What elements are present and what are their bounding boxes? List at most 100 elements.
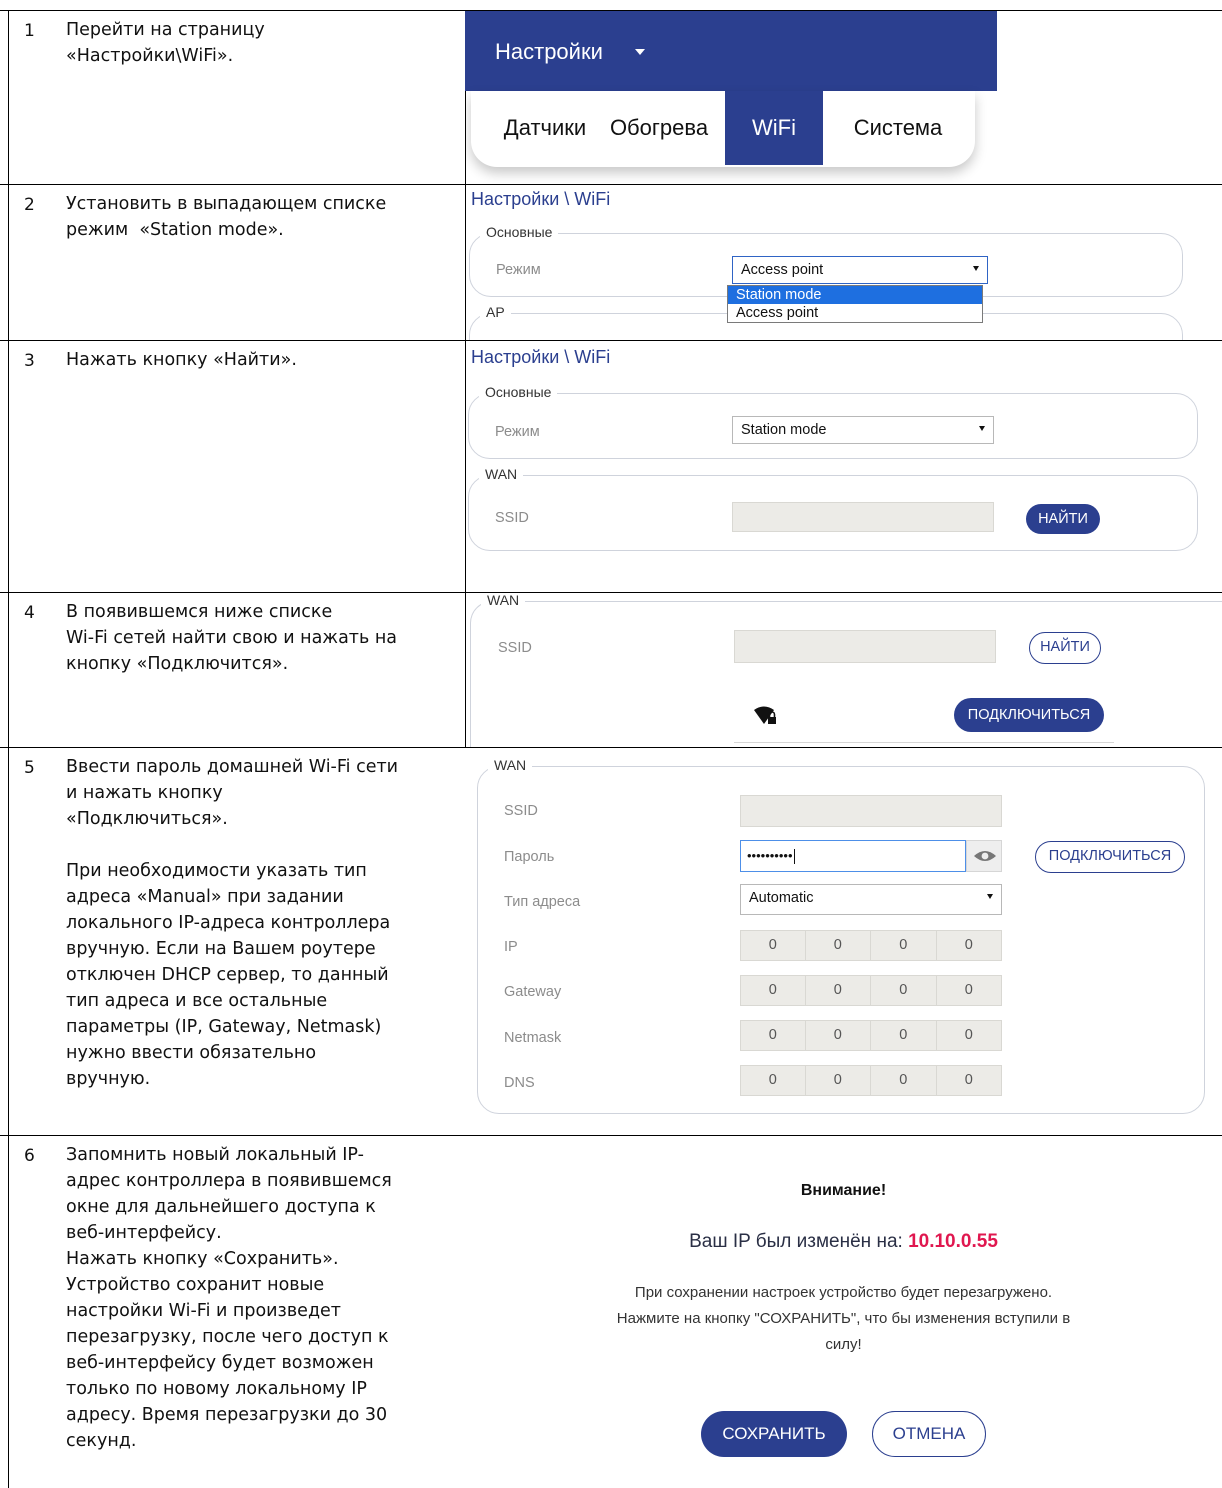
netmask-octet-input[interactable]: 0: [740, 1020, 806, 1051]
netmask-octet-input[interactable]: 0: [936, 1020, 1002, 1051]
ip-octet-input[interactable]: 0: [740, 930, 806, 961]
ssid-input[interactable]: [734, 630, 996, 663]
step-text: Перейти на страницу «Настройки\WiFi».: [66, 17, 446, 69]
mode-select[interactable]: Station mode: [732, 416, 994, 444]
step-number: 3: [24, 351, 35, 371]
table-row: 6 Запомнить новый локальный IP- адрес ко…: [0, 1135, 1222, 1488]
network-list-screenshot: WAN SSID НАЙТИ ПОДКЛЮЧИТЬСЯ: [465, 593, 1222, 747]
address-type-label: Тип адреса: [504, 894, 581, 910]
mode-select-value: Access point: [741, 262, 824, 278]
ssid-input[interactable]: [740, 795, 1002, 827]
find-button[interactable]: НАЙТИ: [1026, 504, 1100, 534]
dialog-ip-line: Ваш IP был изменён на: 10.10.0.55: [465, 1231, 1222, 1253]
caret-down-icon: [987, 894, 993, 899]
step-line: В появившемся ниже списке: [66, 602, 333, 622]
netmask-octet-input[interactable]: 0: [871, 1020, 937, 1051]
ip-octet-input[interactable]: 0: [936, 930, 1002, 961]
nav-screenshot: Настройки Датчики Обогрева WiFi Система: [465, 11, 1222, 184]
caret-down-icon: [979, 426, 985, 431]
cancel-button[interactable]: ОТМЕНА: [872, 1411, 986, 1457]
step-line: «Подключиться».: [66, 809, 228, 829]
connect-button[interactable]: ПОДКЛЮЧИТЬСЯ: [954, 698, 1104, 732]
wan-fieldset: WAN SSID НАЙТИ: [468, 466, 1198, 551]
ip-octet-input[interactable]: 0: [805, 930, 871, 961]
step-number: 2: [24, 195, 35, 215]
connect-button[interactable]: ПОДКЛЮЧИТЬСЯ: [1035, 841, 1185, 873]
step-line: вручную. Если на Вашем роутере: [66, 939, 376, 959]
basic-fieldset: Основные Режим Station mode: [468, 384, 1198, 459]
step-line: адресу. Время перезагрузки до 30: [66, 1405, 388, 1425]
fieldset-legend: Основные: [479, 384, 558, 400]
show-password-toggle[interactable]: [966, 840, 1002, 872]
settings-submenu: Датчики Обогрева WiFi Система: [471, 91, 975, 167]
step-line: только по новому локальному IP: [66, 1379, 367, 1399]
ip-prefix: Ваш IP был изменён на:: [689, 1231, 909, 1252]
step-line: кнопку «Подключится».: [66, 654, 289, 674]
password-screenshot: WAN SSID Пароль •••••••••• ПОДКЛЮЧИТЬСЯ …: [465, 748, 1222, 1135]
breadcrumb: Настройки \ WiFi: [471, 189, 611, 209]
caret-down-icon: [973, 266, 979, 271]
dialog-title: Внимание!: [800, 1182, 887, 1199]
step-line: секунд.: [66, 1431, 137, 1451]
step-line: параметры (IP, Gateway, Netmask): [66, 1017, 382, 1037]
find-button[interactable]: НАЙТИ: [1029, 632, 1101, 664]
step-line: Wi-Fi сетей найти свою и нажать на: [66, 628, 398, 648]
step-line: Ввести пароль домашней Wi-Fi сети: [66, 757, 399, 777]
table-row: 4 В появившемся ниже списке Wi-Fi сетей …: [0, 592, 1222, 747]
address-type-select[interactable]: Automatic: [740, 884, 1002, 915]
breadcrumb: Настройки \ WiFi: [471, 347, 611, 367]
save-button[interactable]: СОХРАНИТЬ: [701, 1411, 847, 1457]
password-input[interactable]: ••••••••••: [740, 840, 966, 872]
step-line: отключен DHCP сервер, то данный: [66, 965, 389, 985]
fieldset-legend: Основные: [480, 224, 559, 240]
step-line: адреса «Manual» при задании: [66, 887, 344, 907]
ip-octet-input[interactable]: 0: [871, 930, 937, 961]
option-access-point[interactable]: Access point: [728, 304, 982, 322]
step-line: настройки Wi-Fi и произведет: [66, 1301, 342, 1321]
dns-octet-input[interactable]: 0: [871, 1065, 937, 1096]
step-text: Запомнить новый локальный IP- адрес конт…: [66, 1142, 446, 1454]
fieldset-legend: WAN: [488, 757, 533, 773]
step-text: Ввести пароль домашней Wi-Fi сети и нажа…: [66, 754, 446, 1092]
mode-select-value: Station mode: [741, 422, 827, 438]
netmask-octet-input[interactable]: 0: [805, 1020, 871, 1051]
step-line: окне для дальнейшего доступа к: [66, 1197, 376, 1217]
menu-item-system[interactable]: Система: [837, 91, 959, 165]
settings-menu-toggle[interactable]: Настройки: [495, 39, 603, 65]
step-line: и нажать кнопку: [66, 783, 223, 803]
dns-octet-input[interactable]: 0: [805, 1065, 871, 1096]
note-line: силу!: [825, 1336, 862, 1353]
ssid-input[interactable]: [732, 502, 994, 532]
gateway-octet-input[interactable]: 0: [805, 975, 871, 1006]
option-station-mode[interactable]: Station mode: [728, 286, 982, 304]
menu-item-sensors[interactable]: Датчики: [495, 91, 595, 165]
caret-down-icon: [635, 49, 645, 55]
fieldset-legend: WAN: [479, 466, 524, 482]
wan-fieldset: WAN SSID НАЙТИ ПОДКЛЮЧИТЬСЯ: [470, 593, 1222, 747]
table-row: 1 Перейти на страницу «Настройки\WiFi». …: [0, 10, 1222, 184]
password-label: Пароль: [504, 849, 555, 865]
menu-item-wifi[interactable]: WiFi: [725, 91, 823, 165]
mode-select[interactable]: Access point: [732, 256, 988, 284]
netmask-input-group: 0 0 0 0: [740, 1020, 1002, 1051]
dns-octet-input[interactable]: 0: [740, 1065, 806, 1096]
dns-label: DNS: [504, 1075, 535, 1091]
dns-input-group: 0 0 0 0: [740, 1065, 1002, 1096]
gateway-label: Gateway: [504, 984, 562, 1000]
step-line: Устройство сохранит новые: [66, 1275, 325, 1295]
gateway-octet-input[interactable]: 0: [740, 975, 806, 1006]
dns-octet-input[interactable]: 0: [936, 1065, 1002, 1096]
ssid-label: SSID: [498, 640, 532, 656]
step-line: веб-интерфейсу будет возможен: [66, 1353, 374, 1373]
ssid-label: SSID: [504, 803, 538, 819]
mode-label: Режим: [495, 424, 540, 440]
step-line: Нажать кнопку «Найти».: [66, 350, 297, 370]
step-line: Нажать кнопку «Сохранить».: [66, 1249, 339, 1269]
text-cursor: [793, 849, 795, 865]
gateway-octet-input[interactable]: 0: [871, 975, 937, 1006]
menu-item-heating[interactable]: Обогрева: [599, 91, 719, 165]
gateway-octet-input[interactable]: 0: [936, 975, 1002, 1006]
wifi-lock-icon: [754, 706, 776, 724]
find-screenshot: Настройки \ WiFi Основные Режим Station …: [465, 341, 1222, 592]
fieldset-legend: WAN: [481, 593, 526, 608]
